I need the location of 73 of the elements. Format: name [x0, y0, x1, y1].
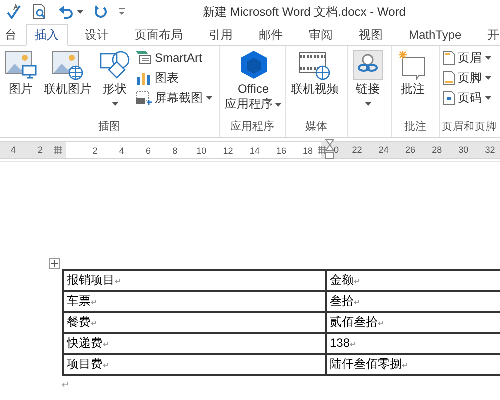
ribbon-tab[interactable]: 引用 [200, 24, 242, 46]
ribbon-small-button[interactable]: 页码 [443, 90, 492, 106]
table-cell: 车票↵ [63, 291, 326, 312]
spelling-check-icon[interactable] [6, 4, 22, 20]
film-globe-icon [299, 50, 331, 80]
ribbon-small-button[interactable]: 屏幕截图 [136, 90, 213, 106]
caret-icon [275, 102, 282, 106]
ruler-number: 24 [378, 144, 390, 156]
ribbon-tab[interactable]: 台 [0, 24, 26, 46]
ribbon-tab[interactable]: 开 [478, 24, 500, 46]
ruler-number: 26 [404, 144, 416, 156]
ruler-number: 28 [431, 144, 444, 156]
group-label: 批注 [404, 120, 428, 135]
chain-link-icon [353, 50, 383, 80]
ribbon-tab[interactable]: 邮件 [250, 24, 292, 46]
ribbon-tab[interactable]: 审阅 [300, 24, 342, 46]
ribbon-button[interactable]: 形状 [97, 50, 133, 106]
caret-icon [485, 96, 492, 100]
bar-chart-icon [136, 71, 152, 85]
ribbon-button[interactable]: Office 应用程序 [223, 50, 284, 112]
table-move-handle-icon[interactable] [49, 258, 60, 269]
ribbon-small-button[interactable]: SmartArt [136, 50, 213, 66]
ribbon-small-button[interactable]: 页眉 [443, 50, 492, 66]
ribbon-tab[interactable]: MathType [400, 24, 471, 46]
image-icon [5, 50, 37, 80]
ribbon-tab[interactable]: 视图 [350, 24, 392, 46]
grid-icon [318, 146, 326, 154]
ribbon-button[interactable]: 图片 [3, 50, 39, 97]
ribbon-button[interactable]: 联机图片 [42, 50, 94, 97]
undo-icon[interactable] [58, 5, 74, 19]
ribbon-tab[interactable]: 设计 [76, 24, 118, 46]
ruler-number: 2 [36, 144, 44, 156]
table-cell: 快递费↵ [63, 333, 326, 354]
table-cell: 餐费↵ [63, 312, 326, 333]
caret-icon [112, 102, 118, 106]
ruler-number: 32 [484, 144, 496, 156]
caret-icon [77, 10, 84, 14]
ribbon-small-button[interactable]: 页脚 [443, 70, 492, 86]
table-cell: 报销项目↵ [63, 270, 326, 291]
ruler-number: 30 [458, 144, 470, 156]
camera-plus-icon [136, 91, 152, 105]
caret-icon [485, 76, 492, 80]
ribbon-button[interactable]: 批注 [395, 50, 431, 97]
paragraph-mark: ↵ [62, 379, 70, 392]
ribbon-button[interactable]: 联机视频 [289, 50, 341, 97]
ribbon-button[interactable]: 链接 [351, 50, 385, 106]
footer-page-icon [443, 71, 455, 85]
ribbon-tab[interactable]: 页面布局 [126, 24, 192, 46]
customize-toolbar-icon[interactable] [118, 8, 126, 16]
group-label: 媒体 [304, 120, 328, 135]
caret-icon [364, 102, 372, 106]
table-cell: 金额↵ [326, 270, 500, 291]
window-title: 新建 Microsoft Word 文档.docx - Word [203, 4, 406, 21]
group-label: 应用程序 [230, 120, 276, 135]
ribbon-small-button[interactable]: 图表 [136, 70, 213, 86]
ruler-number: 22 [351, 144, 364, 156]
image-globe-icon [52, 50, 84, 80]
caret-icon [206, 96, 213, 100]
page-number-icon [443, 91, 455, 105]
ruler-number: 0 [334, 144, 340, 156]
caret-icon [485, 56, 492, 60]
group-label: 页眉和页脚 [441, 120, 498, 135]
group-label: 插图 [98, 120, 122, 135]
print-preview-icon[interactable] [32, 4, 48, 20]
indent-marker-icon[interactable] [325, 138, 335, 160]
smartart-icon [136, 51, 152, 65]
header-page-icon [443, 51, 455, 65]
redo-icon[interactable] [94, 5, 108, 19]
grid-icon [54, 146, 62, 154]
shapes-icon [99, 50, 131, 80]
table-cell: 项目费↵ [63, 354, 326, 375]
ribbon-tab[interactable]: 插入 [26, 24, 68, 46]
ruler-number: 4 [10, 144, 17, 156]
